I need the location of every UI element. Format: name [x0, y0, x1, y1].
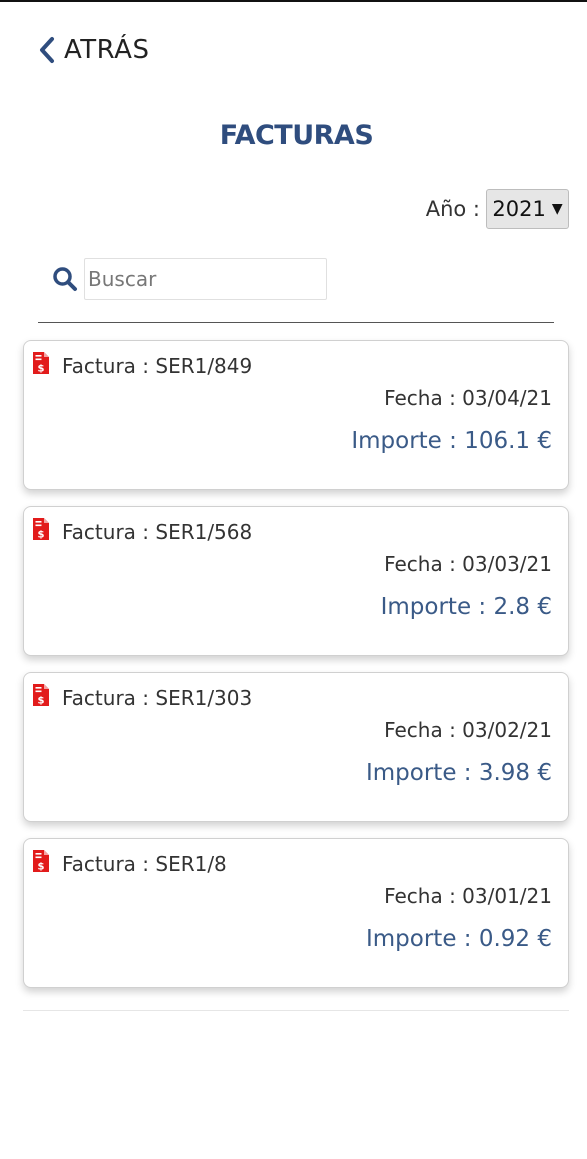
invoice-date: Fecha : 03/02/21	[384, 718, 552, 742]
invoice-number: Factura : SER1/303	[62, 686, 253, 710]
year-value: 2021	[492, 197, 546, 221]
svg-text:$: $	[38, 696, 45, 707]
invoice-amount: Importe : 2.8 €	[380, 594, 552, 620]
invoice-number: Factura : SER1/849	[62, 354, 253, 378]
back-button[interactable]: ATRÁS	[38, 30, 149, 70]
invoice-card[interactable]: $ Factura : SER1/849 Fecha : 03/04/21 Im…	[23, 340, 569, 490]
invoice-date: Fecha : 03/01/21	[384, 884, 552, 908]
search-icon[interactable]	[52, 266, 78, 292]
divider	[38, 322, 554, 323]
invoice-date: Fecha : 03/04/21	[384, 386, 552, 410]
svg-text:$: $	[38, 364, 45, 375]
svg-text:$: $	[38, 530, 45, 541]
list-end-divider	[23, 1010, 569, 1011]
chevron-left-icon	[38, 36, 56, 64]
invoice-date: Fecha : 03/03/21	[384, 552, 552, 576]
invoice-card[interactable]: $ Factura : SER1/303 Fecha : 03/02/21 Im…	[23, 672, 569, 822]
invoice-amount: Importe : 106.1 €	[351, 428, 552, 454]
invoice-amount: Importe : 3.98 €	[365, 760, 552, 786]
search-bar	[52, 258, 327, 300]
year-label: Año :	[425, 197, 480, 221]
invoice-card[interactable]: $ Factura : SER1/8 Fecha : 03/01/21 Impo…	[23, 838, 569, 988]
invoice-number: Factura : SER1/8	[62, 852, 227, 876]
invoice-document-icon: $	[32, 517, 50, 541]
year-select[interactable]: 2021 ▼	[486, 189, 569, 229]
invoice-document-icon: $	[32, 683, 50, 707]
search-input[interactable]	[84, 258, 327, 300]
invoice-card[interactable]: $ Factura : SER1/568 Fecha : 03/03/21 Im…	[23, 506, 569, 656]
year-filter: Año : 2021 ▼	[426, 189, 569, 229]
invoice-document-icon: $	[32, 849, 50, 873]
back-label: ATRÁS	[64, 35, 150, 65]
invoice-document-icon: $	[32, 351, 50, 375]
invoice-amount: Importe : 0.92 €	[365, 926, 552, 952]
top-border	[0, 0, 587, 2]
invoice-number: Factura : SER1/568	[62, 520, 253, 544]
page-title: FACTURAS	[219, 120, 374, 151]
caret-down-icon: ▼	[551, 201, 563, 217]
svg-text:$: $	[38, 862, 45, 873]
